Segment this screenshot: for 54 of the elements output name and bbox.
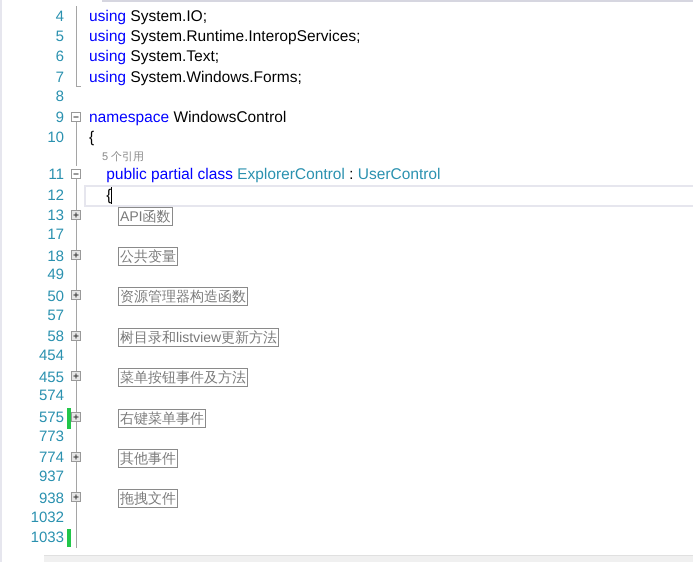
collapsed-region[interactable]: 拖拽文件 — [118, 489, 178, 508]
line-number: 7 — [54, 68, 64, 87]
code-line: public partial class ExplorerControl : UserControl — [105, 166, 440, 184]
line-number: 455 — [38, 368, 64, 387]
line-number: 773 — [38, 428, 64, 446]
expand-icon[interactable] — [71, 210, 81, 220]
line-number: 57 — [46, 306, 64, 325]
line-number: 13 — [46, 207, 64, 226]
line-number: 10 — [46, 129, 64, 148]
line-number: 574 — [38, 387, 64, 406]
collapsed-region[interactable]: 其他事件 — [118, 448, 178, 468]
expand-icon[interactable] — [71, 290, 81, 300]
expand-icon[interactable] — [71, 330, 81, 341]
line-number: 938 — [38, 490, 64, 508]
line-number: 18 — [46, 248, 64, 266]
line-number: 8 — [54, 88, 64, 106]
collapsed-region[interactable]: 公共变量 — [118, 247, 178, 266]
line-number: 937 — [38, 468, 64, 486]
line-number: 1032 — [30, 508, 64, 527]
reference-count-link[interactable]: 5 个引用 — [89, 149, 144, 164]
line-number: 454 — [38, 347, 64, 366]
code-line: { — [89, 129, 94, 148]
collapse-icon[interactable] — [71, 112, 81, 122]
expand-icon[interactable] — [71, 412, 81, 422]
expand-icon[interactable] — [71, 492, 81, 502]
collapse-icon[interactable] — [71, 169, 81, 180]
line-number: 12 — [46, 186, 64, 204]
line-number: 9 — [54, 108, 64, 127]
line-number: 58 — [46, 328, 64, 346]
line-number: 1033 — [30, 528, 64, 547]
line-number: 5 — [54, 28, 64, 46]
line-number: 774 — [38, 449, 64, 468]
collapsed-region[interactable]: 菜单按钮事件及方法 — [118, 368, 248, 388]
expand-icon[interactable] — [71, 371, 81, 382]
expand-icon[interactable] — [71, 452, 81, 462]
code-line: using System.Windows.Forms; — [89, 68, 302, 87]
line-number: 4 — [54, 8, 64, 26]
line-number: 575 — [38, 409, 64, 428]
collapsed-region[interactable]: 树目录和listview更新方法 — [118, 328, 280, 347]
collapsed-region[interactable]: 右键菜单事件 — [118, 408, 206, 428]
code-line: using System.Text; — [89, 48, 220, 66]
expand-icon[interactable] — [71, 250, 81, 260]
collapsed-region[interactable]: 资源管理器构造函数 — [118, 287, 248, 306]
line-number: 17 — [46, 226, 64, 244]
collapsed-region[interactable]: API函数 — [118, 206, 173, 226]
horizontal-scrollbar[interactable] — [44, 555, 693, 562]
code-line: using System.IO; — [89, 8, 208, 26]
line-number: 50 — [46, 288, 64, 306]
code-line: { — [105, 186, 112, 204]
code-line: using System.Runtime.InteropServices; — [89, 28, 360, 46]
code-line: namespace WindowsControl — [89, 108, 286, 127]
line-number: 11 — [47, 166, 64, 184]
line-number: 49 — [46, 266, 64, 284]
line-number: 6 — [54, 48, 64, 66]
